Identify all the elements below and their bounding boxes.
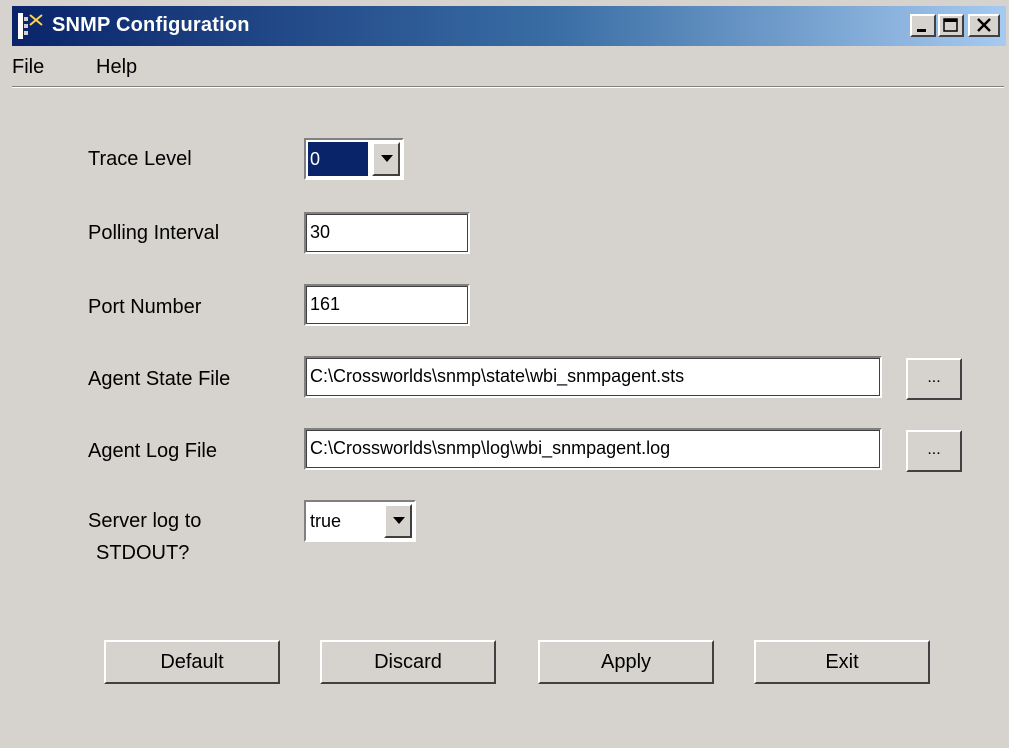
window-title: SNMP Configuration bbox=[52, 14, 250, 36]
title-bar[interactable]: SNMP Configuration bbox=[12, 6, 1006, 46]
chevron-down-icon bbox=[381, 155, 393, 162]
menu-separator bbox=[12, 86, 1004, 88]
agent-log-file-input[interactable]: C:\Crossworlds\snmp\log\wbi_snmpagent.lo… bbox=[304, 428, 882, 470]
maximize-button[interactable] bbox=[938, 14, 964, 37]
agent-state-file-input[interactable]: C:\Crossworlds\snmp\state\wbi_snmpagent.… bbox=[304, 356, 882, 398]
menu-file[interactable]: File bbox=[12, 56, 44, 79]
browse-state-file-button[interactable]: ... bbox=[906, 358, 962, 400]
polling-interval-label: Polling Interval bbox=[88, 222, 220, 244]
server-log-label-line1: Server log to bbox=[88, 510, 202, 532]
browse-log-file-button[interactable]: ... bbox=[906, 430, 962, 472]
server-log-select[interactable]: true bbox=[304, 500, 416, 542]
server-log-dropdown-button[interactable] bbox=[384, 504, 412, 538]
close-icon bbox=[977, 18, 991, 32]
agent-state-file-label: Agent State File bbox=[88, 368, 231, 390]
maximize-icon bbox=[943, 18, 958, 32]
agent-log-file-label: Agent Log File bbox=[88, 440, 217, 462]
minimize-button[interactable] bbox=[910, 14, 936, 37]
menu-help[interactable]: Help bbox=[96, 56, 137, 79]
default-button[interactable]: Default bbox=[104, 640, 280, 684]
server-log-value: true bbox=[310, 511, 342, 531]
snmp-configuration-window: SNMP Configuration File Help Trace Level… bbox=[0, 0, 1009, 748]
port-number-label: Port Number bbox=[88, 296, 202, 318]
minimize-icon bbox=[917, 29, 926, 32]
trace-level-dropdown-button[interactable] bbox=[372, 142, 400, 176]
server-log-label-line2: STDOUT? bbox=[96, 542, 190, 564]
app-icon bbox=[18, 13, 43, 39]
menu-bar: File Help bbox=[0, 52, 1009, 84]
polling-interval-input[interactable]: 30 bbox=[304, 212, 470, 254]
trace-level-value: 0 bbox=[308, 142, 368, 176]
port-number-input[interactable]: 161 bbox=[304, 284, 470, 326]
trace-level-select[interactable]: 0 bbox=[304, 138, 404, 180]
chevron-down-icon bbox=[393, 517, 405, 524]
trace-level-label: Trace Level bbox=[88, 148, 192, 170]
exit-button[interactable]: Exit bbox=[754, 640, 930, 684]
close-button[interactable] bbox=[968, 14, 1000, 37]
discard-button[interactable]: Discard bbox=[320, 640, 496, 684]
apply-button[interactable]: Apply bbox=[538, 640, 714, 684]
